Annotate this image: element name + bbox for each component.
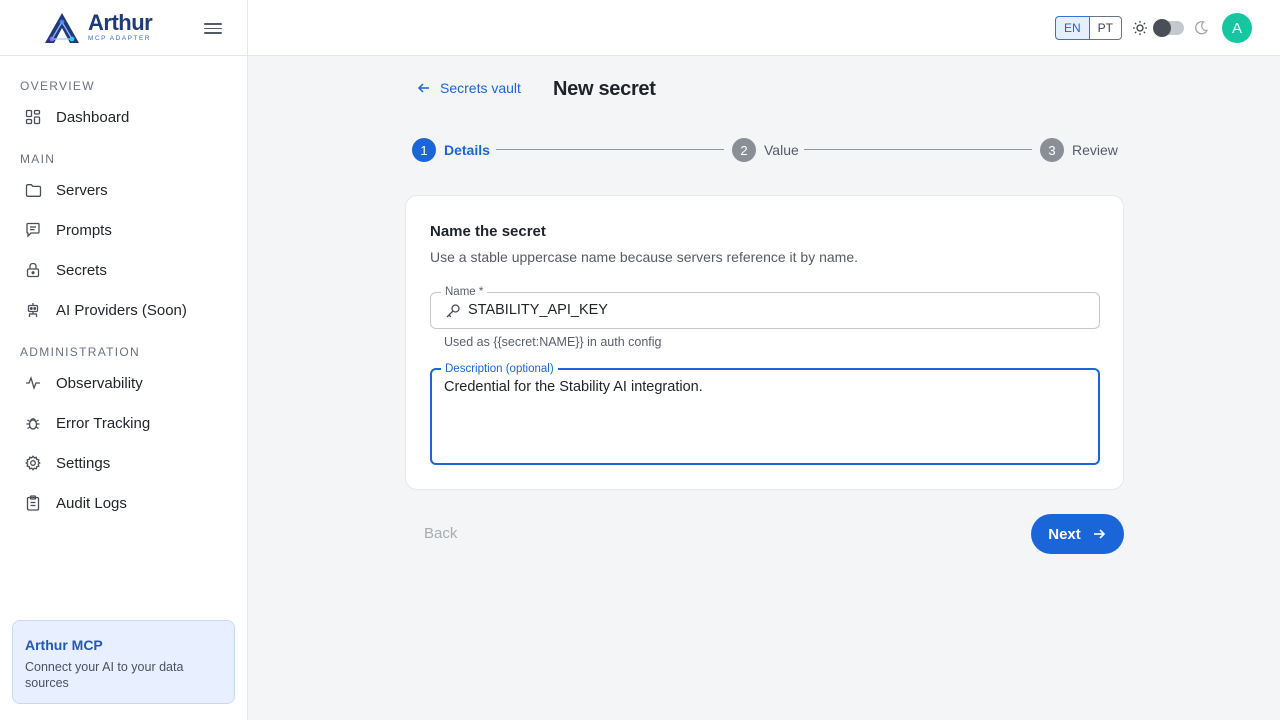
theme-toggle-knob [1153,19,1171,37]
page-title: New secret [553,78,656,100]
nav-section-overview: OVERVIEW [20,79,95,93]
nav-section-main: MAIN [20,152,56,166]
step-review: 3 Review [1040,138,1118,162]
card-title: Name the secret [430,223,546,240]
step-value: 2 Value [732,138,799,162]
sidebar-item-label: Secrets [56,261,107,279]
step-label: Details [444,142,490,158]
message-icon [24,221,42,239]
brand-name: Arthur [88,10,153,36]
sidebar-item-error-tracking[interactable]: Error Tracking [12,405,236,441]
moon-icon [1195,21,1209,35]
bug-icon [24,414,42,432]
description-field-label: Description (optional) [441,362,558,376]
gear-icon [24,454,42,472]
arrow-left-icon [417,83,429,93]
sidebar-item-label: Servers [56,181,108,199]
description-field-value: Credential for the Stability AI integrat… [444,379,703,395]
sidebar-item-servers[interactable]: Servers [12,172,236,208]
robot-icon [24,301,42,319]
folder-icon [24,181,42,199]
sidebar-item-secrets[interactable]: Secrets [12,252,236,288]
sidebar-item-settings[interactable]: Settings [12,445,236,481]
step-number: 3 [1040,138,1064,162]
brand-subtitle: MCP ADAPTER [88,35,151,43]
menu-toggle-icon[interactable] [204,20,222,36]
stepper-connector [804,149,1032,150]
card-subtitle: Use a stable uppercase name because serv… [430,249,859,265]
avatar[interactable]: A [1222,13,1252,43]
back-to-secrets-vault-link[interactable]: Secrets vault [416,80,521,96]
back-button[interactable]: Back [424,525,457,542]
sidebar-item-label: Audit Logs [56,494,127,512]
step-label: Review [1072,142,1118,158]
sidebar-item-audit-logs[interactable]: Audit Logs [12,485,236,521]
theme-toggle[interactable] [1153,19,1184,37]
dashboard-icon [24,108,42,126]
name-field[interactable]: Name * STABILITY_API_KEY [430,285,1100,329]
nav-section-administration: ADMINISTRATION [20,345,140,359]
back-link-label: Secrets vault [440,80,521,96]
sidebar-item-label: Dashboard [56,108,130,126]
promo-text: Connect your AI to your data sources [25,660,184,690]
language-pt-button[interactable]: PT [1089,16,1123,40]
sidebar-item-label: AI Providers (Soon) [56,301,187,319]
arthur-logo-icon [45,12,79,43]
step-number: 2 [732,138,756,162]
language-switcher: EN PT [1055,16,1123,40]
sidebar-item-ai-providers[interactable]: AI Providers (Soon) [12,292,236,328]
step-number: 1 [412,138,436,162]
next-button[interactable]: Next [1031,514,1124,554]
secret-details-card: Name the secret Use a stable uppercase n… [405,195,1124,490]
promo-title: Arthur MCP [25,637,103,653]
arrow-right-icon [1093,529,1105,539]
language-en-button[interactable]: EN [1055,16,1090,40]
name-field-value: STABILITY_API_KEY [468,302,608,318]
lock-icon [24,261,42,279]
key-icon [446,304,460,318]
name-field-label: Name * [441,285,488,299]
sidebar-item-dashboard[interactable]: Dashboard [12,99,236,135]
promo-card: Arthur MCP Connect your AI to your data … [12,620,235,704]
sun-icon [1133,21,1147,35]
step-label: Value [764,142,799,158]
sidebar-item-label: Settings [56,454,111,472]
sidebar-item-label: Observability [56,374,143,392]
step-details: 1 Details [412,138,490,162]
sidebar-item-prompts[interactable]: Prompts [12,212,236,248]
sidebar-item-label: Error Tracking [56,414,151,432]
stepper-connector [496,149,724,150]
pulse-icon [24,374,42,392]
sidebar: Arthur MCP ADAPTER OVERVIEW MAIN ADMINIS… [0,0,248,720]
next-button-label: Next [1048,525,1081,543]
description-textarea[interactable]: Description (optional) Credential for th… [430,362,1100,465]
sidebar-item-label: Prompts [56,221,112,239]
name-helper-text: Used as {{secret:NAME}} in auth config [444,335,662,349]
brand[interactable]: Arthur MCP ADAPTER [0,0,247,56]
sidebar-item-observability[interactable]: Observability [12,365,236,401]
topbar: EN PT A [248,0,1280,56]
clipboard-icon [24,494,42,512]
